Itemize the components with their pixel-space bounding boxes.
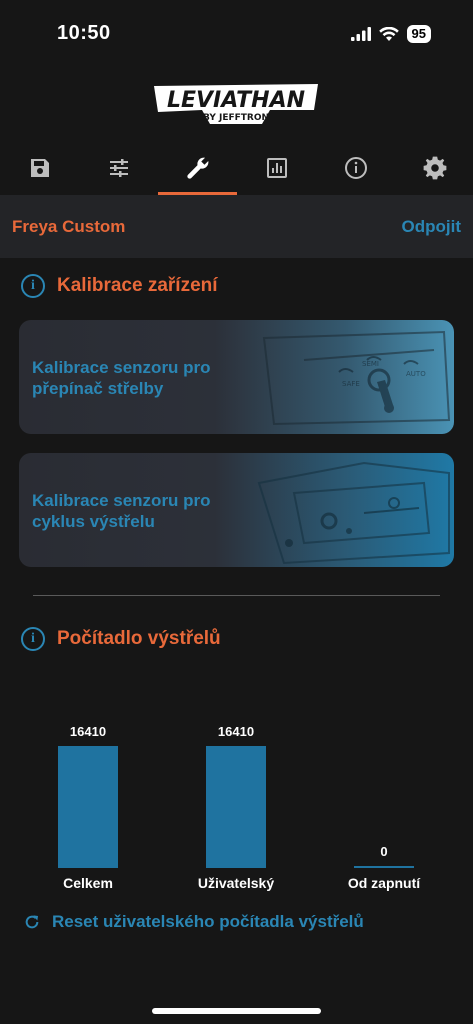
battery-indicator: 95 <box>406 25 431 43</box>
tab-settings[interactable] <box>79 140 158 195</box>
wrench-icon <box>186 157 208 179</box>
chart-icon <box>266 157 287 178</box>
art-label-semi: SEMI <box>362 360 379 368</box>
art-label-safe: SAFE <box>342 380 360 388</box>
status-icons: 95 <box>350 25 431 43</box>
shot-counter-chart: 16410 Celkem 16410 Uživatelský 0 Od zapnutí <box>0 670 473 900</box>
wifi-icon <box>378 26 399 41</box>
app-logo: LEVIATHAN BY JEFFTRON <box>150 80 322 130</box>
counter-title: Počítadlo výstřelů <box>57 628 221 649</box>
chart-bar <box>354 866 414 868</box>
section-divider <box>33 595 440 596</box>
fire-cycle-art <box>257 461 450 565</box>
chart-category-label: Celkem <box>63 875 113 891</box>
home-indicator <box>152 1008 321 1014</box>
tab-info[interactable] <box>316 140 395 195</box>
gear-icon <box>423 156 446 179</box>
signal-icon <box>350 27 371 41</box>
status-time: 10:50 <box>57 22 111 44</box>
calibration-header: i Kalibrace zařízení <box>21 274 218 298</box>
tab-save[interactable] <box>0 140 79 195</box>
art-label-auto: AUTO <box>406 370 426 378</box>
tab-preferences[interactable] <box>395 140 473 195</box>
calibration-card-fire-selector[interactable]: SAFE SEMI AUTO Kalibrace senzoru pro pře… <box>19 320 454 434</box>
logo-main-text: LEVIATHAN <box>167 88 305 113</box>
chart-bar <box>206 746 266 868</box>
refresh-icon <box>25 915 39 929</box>
chart-value-label: 16410 <box>217 724 255 739</box>
status-bar: 10:50 95 <box>0 0 473 70</box>
device-name: Freya Custom <box>12 217 126 236</box>
chart-value-label: 0 <box>380 844 388 859</box>
chart-bar <box>58 746 118 868</box>
info-icon <box>344 156 367 179</box>
tab-bar <box>0 140 473 195</box>
sliders-icon <box>109 158 128 177</box>
chart-value-label: 16410 <box>69 724 107 739</box>
device-bar: Freya Custom Odpojit <box>0 195 473 258</box>
chart-category-label: Uživatelský <box>197 875 275 891</box>
calibration-card-label: Kalibrace senzoru pro cyklus výstřelu <box>32 491 211 531</box>
disconnect-button[interactable]: Odpojit <box>402 217 461 237</box>
tab-tools[interactable] <box>158 140 237 195</box>
tab-stats[interactable] <box>237 140 316 195</box>
save-icon <box>30 158 49 177</box>
info-icon[interactable]: i <box>21 627 45 651</box>
calibration-title: Kalibrace zařízení <box>57 275 218 296</box>
reset-user-counter-button[interactable]: Reset uživatelského počítadla výstřelů <box>24 912 364 932</box>
reset-label: Reset uživatelského počítadla výstřelů <box>52 912 364 931</box>
calibration-card-label: Kalibrace senzoru pro přepínač střelby <box>32 358 211 398</box>
calibration-card-fire-cycle[interactable]: Kalibrace senzoru pro cyklus výstřelu <box>19 453 454 567</box>
info-icon[interactable]: i <box>21 274 45 298</box>
counter-header: i Počítadlo výstřelů <box>21 627 221 651</box>
chart-category-label: Od zapnutí <box>347 875 421 891</box>
logo-sub-text: BY JEFFTRON <box>203 113 269 123</box>
fire-selector-art: SAFE SEMI AUTO <box>262 330 451 426</box>
